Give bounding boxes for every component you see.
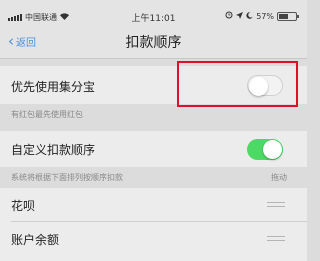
toggle-knob xyxy=(263,140,282,159)
custom-order-label: 自定义扣款顺序 xyxy=(11,143,96,157)
payment-method-label: 花呗 xyxy=(11,199,36,213)
payment-method-row[interactable]: 花呗 xyxy=(0,188,307,222)
location-icon xyxy=(236,11,244,21)
custom-order-row: 自定义扣款顺序 xyxy=(0,131,307,167)
drag-handle-icon[interactable] xyxy=(267,202,285,210)
order-note: 系统将根据下面排列按顺序扣款 xyxy=(11,173,123,182)
status-right: 57% xyxy=(225,11,299,21)
hongbao-note: 有红包最先使用红包 xyxy=(11,110,83,119)
battery-icon xyxy=(277,11,299,21)
drag-handle-icon[interactable] xyxy=(267,236,285,244)
payment-method-row[interactable]: 账户余额 xyxy=(0,222,307,261)
moon-icon xyxy=(246,11,254,21)
battery-fill xyxy=(279,13,288,19)
status-bar: 中国联通 上午11:01 57% xyxy=(0,0,307,28)
drag-label: 拖动 xyxy=(271,173,287,182)
jijifenbao-label: 优先使用集分宝 xyxy=(11,80,96,94)
payment-method-label: 账户余额 xyxy=(11,233,60,247)
custom-order-toggle[interactable] xyxy=(247,139,283,160)
alarm-icon xyxy=(225,11,233,21)
battery-percent: 57% xyxy=(256,11,274,21)
nav-bar: ‹ 返回 扣款顺序 xyxy=(0,28,307,59)
page-title: 扣款顺序 xyxy=(125,35,182,51)
highlight-box xyxy=(177,61,298,107)
